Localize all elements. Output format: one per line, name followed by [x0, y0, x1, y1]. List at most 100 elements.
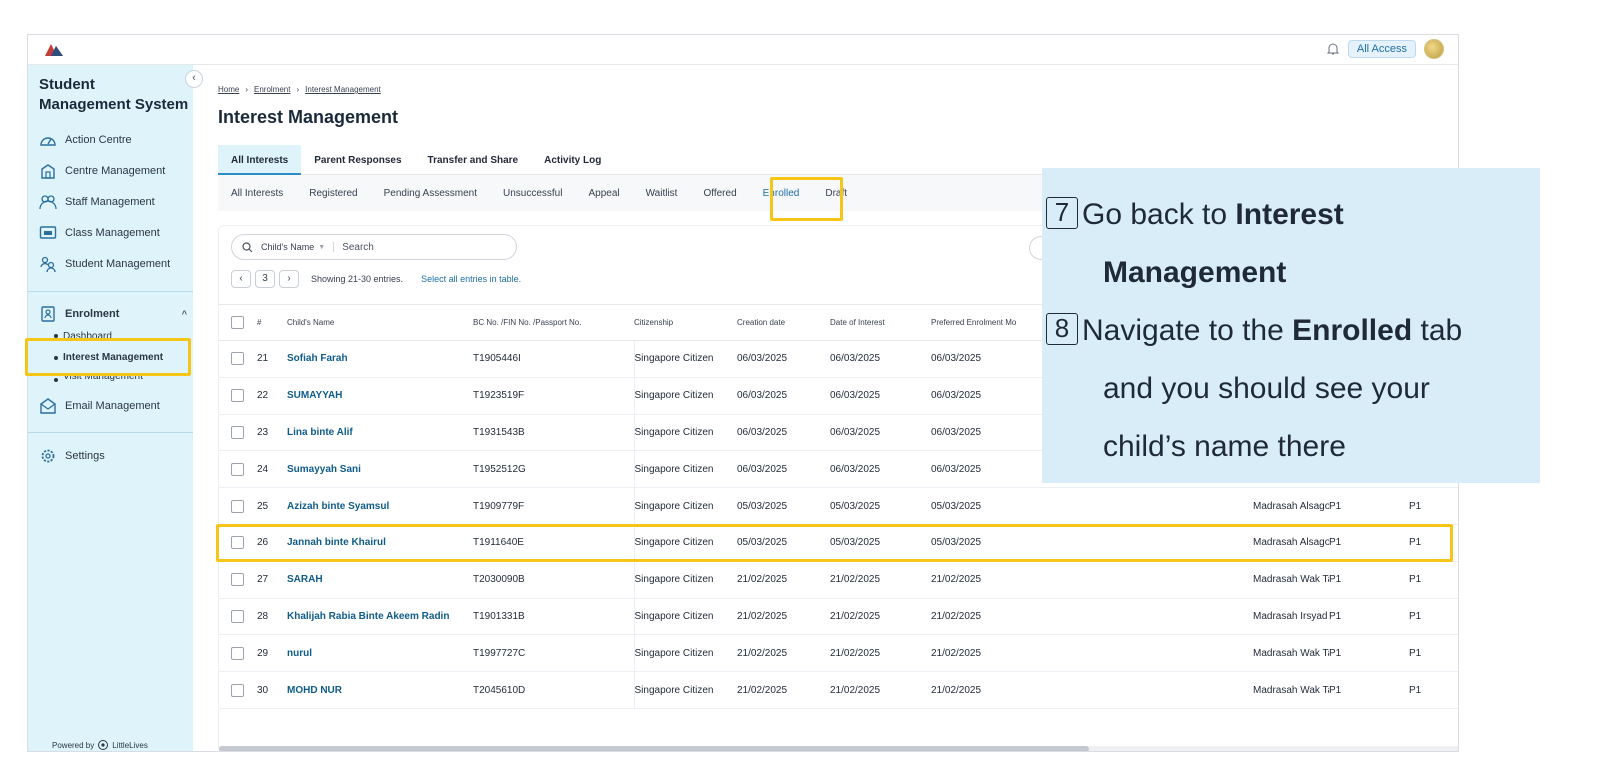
notification-icon[interactable] [1326, 42, 1340, 56]
cell-level1: P1 [1329, 487, 1409, 525]
table-row[interactable]: 30 MOHD NUR T2045610D Singapore Citizen 21/0… [219, 671, 1458, 709]
collapse-sidebar-button[interactable]: ‹ [185, 70, 203, 88]
class-icon [39, 226, 57, 239]
sidebar-item-label: Settings [65, 450, 105, 462]
cell-level1: P1 [1329, 598, 1409, 636]
access-badge[interactable]: All Access [1347, 40, 1416, 58]
column-header[interactable]: Child's Name [287, 304, 473, 341]
instruction-step-8: 8 Navigate to the Enrolled tab [1046, 302, 1540, 360]
sidebar-item-action-centre[interactable]: Action Centre [39, 131, 132, 149]
row-checkbox[interactable] [231, 683, 244, 697]
tab-parent-responses[interactable]: Parent Responses [301, 145, 414, 175]
page-title: Interest Management [218, 107, 399, 127]
cell-name[interactable]: Azizah binte Syamsul [287, 487, 473, 525]
cell-level2: P1 [1409, 634, 1458, 673]
cell-level1: P1 [1329, 561, 1409, 599]
subtab-unsuccessful[interactable]: Unsuccessful [490, 188, 575, 199]
sidebar-item-student-management[interactable]: Student Management [39, 255, 170, 273]
tab-activity-log[interactable]: Activity Log [531, 145, 614, 175]
column-header[interactable]: BC No. /FIN No. /Passport No. [473, 304, 634, 341]
step-text: Navigate to the [1082, 314, 1293, 347]
sidebar-item-enrolment[interactable]: Enrolment ^ [39, 305, 187, 323]
row-checkbox[interactable] [231, 646, 244, 660]
building-icon [41, 164, 55, 179]
prev-page-button[interactable]: ‹ [231, 270, 251, 288]
search-input[interactable]: Search [342, 242, 374, 253]
scrollbar-thumb[interactable] [219, 746, 1089, 751]
column-header[interactable]: Creation date [737, 304, 830, 341]
cell-creation: 06/03/2025 [737, 377, 830, 415]
next-page-button[interactable]: › [279, 270, 299, 288]
cell-name[interactable]: SUMAYYAH [287, 377, 473, 415]
row-checkbox-cell [219, 634, 257, 673]
cell-interest: 05/03/2025 [830, 487, 931, 525]
step-number: 8 [1046, 313, 1078, 345]
breadcrumb-current[interactable]: Interest Management [305, 85, 381, 94]
sidebar-item-class-management[interactable]: Class Management [39, 224, 160, 242]
row-checkbox[interactable] [231, 425, 244, 439]
select-all-entries-link[interactable]: Select all entries in table. [421, 274, 521, 284]
cell-name[interactable]: nurul [287, 634, 473, 673]
cell-citizenship: Singapore Citizen [634, 487, 737, 525]
cell-creation: 06/03/2025 [737, 340, 830, 378]
tab-all-interests[interactable]: All Interests [218, 145, 302, 175]
subtab-registered[interactable]: Registered [296, 188, 370, 199]
cell-id: T1997727C [473, 634, 635, 673]
row-checkbox[interactable] [231, 609, 244, 623]
tab-transfer-and-share[interactable]: Transfer and Share [415, 145, 532, 175]
cell-citizenship: Singapore Citizen [634, 377, 737, 415]
row-checkbox[interactable] [231, 462, 244, 476]
row-checkbox[interactable] [231, 352, 244, 366]
column-header[interactable]: Date of Interest [830, 304, 931, 341]
sidebar-item-centre-management[interactable]: Centre Management [39, 162, 165, 180]
cell-creation: 06/03/2025 [737, 414, 830, 452]
table-row[interactable]: 29 nurul T1997727C Singapore Citizen 21/02/2… [219, 634, 1458, 673]
cell-level2: P1 [1409, 598, 1458, 636]
avatar[interactable] [1424, 39, 1444, 59]
search-field-label: Child's Name [261, 242, 315, 252]
select-all-checkbox[interactable] [231, 316, 244, 329]
cell-name[interactable]: SARAH [287, 561, 473, 599]
sidebar-divider [28, 291, 193, 292]
search-icon [242, 241, 253, 252]
cell-num: 27 [257, 561, 287, 599]
column-header[interactable]: # [257, 304, 287, 341]
column-header[interactable]: Citizenship [634, 304, 737, 341]
instruction-step-7: 7 Go back to Interest [1046, 186, 1540, 244]
breadcrumb-home[interactable]: Home [218, 85, 239, 94]
sidebar-item-settings[interactable]: Settings [39, 447, 105, 465]
subtab-pending-assessment[interactable]: Pending Assessment [371, 188, 490, 199]
table-row[interactable]: 28 Khalijah Rabia Binte Akeem Radin T19013… [219, 598, 1458, 636]
powered-by-label: Powered by [52, 740, 95, 750]
sidebar-item-label: Centre Management [65, 165, 166, 177]
page-number[interactable]: 3 [255, 270, 275, 288]
row-checkbox[interactable] [231, 389, 244, 403]
enrolment-icon [41, 306, 55, 322]
breadcrumb-enrolment[interactable]: Enrolment [254, 85, 290, 94]
cell-citizenship: Singapore Citizen [634, 598, 737, 636]
cell-num: 29 [257, 634, 287, 673]
table-row[interactable]: 27 SARAH T2030090B Singapore Citizen 21/02/2… [219, 561, 1458, 599]
highlight-row-26 [216, 524, 1453, 562]
subtab-appeal[interactable]: Appeal [575, 188, 632, 199]
cell-centre: Madrasah Wak Tanjong Al-Islamiah [1253, 561, 1329, 599]
subtab-offered[interactable]: Offered [690, 188, 749, 199]
cell-name[interactable]: Sumayyah Sani [287, 450, 473, 489]
search-field-select[interactable]: Child's Name ▼ [261, 242, 335, 252]
step-text: tab [1412, 314, 1463, 347]
search-bar[interactable]: Child's Name ▼ Search [231, 234, 517, 260]
email-icon [40, 398, 56, 414]
horizontal-scrollbar[interactable] [219, 746, 1458, 751]
subtab-waitlist[interactable]: Waitlist [633, 188, 691, 199]
cell-name[interactable]: MOHD NUR [287, 671, 473, 709]
row-checkbox[interactable] [231, 573, 244, 587]
cell-name[interactable]: Lina binte Alif [287, 414, 473, 452]
subtab-all-interests[interactable]: All Interests [218, 188, 296, 199]
row-checkbox[interactable] [231, 499, 244, 513]
sidebar-item-staff-management[interactable]: Staff Management [39, 193, 155, 211]
cell-name[interactable]: Sofiah Farah [287, 340, 473, 378]
table-row[interactable]: 25 Azizah binte Syamsul T1909779F Singapore… [219, 487, 1458, 525]
app-logo-icon[interactable] [44, 41, 64, 57]
sidebar-item-email-management[interactable]: Email Management [39, 397, 160, 415]
cell-name[interactable]: Khalijah Rabia Binte Akeem Radin [287, 598, 473, 636]
